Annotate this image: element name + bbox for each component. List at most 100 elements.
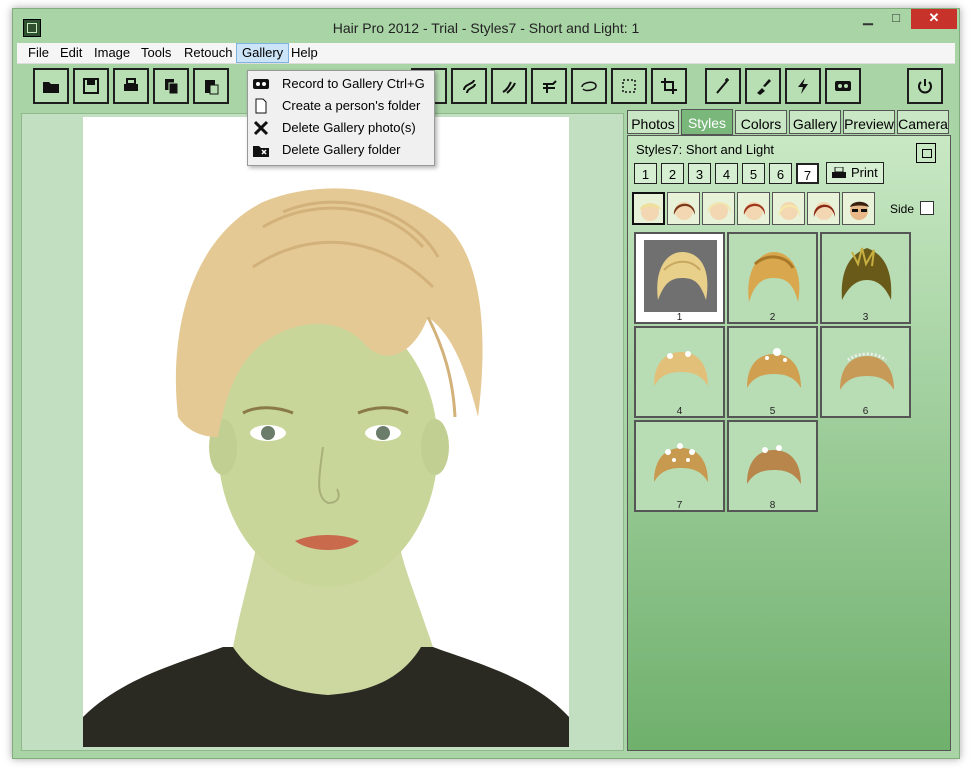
menu-gallery[interactable]: Gallery xyxy=(236,43,290,63)
create-person-folder-item[interactable]: Create a person's folder xyxy=(248,95,434,117)
hairstyle-label: 1 xyxy=(676,312,683,323)
menu-image[interactable]: Image xyxy=(89,43,135,63)
menu-retouch[interactable]: Retouch xyxy=(179,43,237,63)
tab-photos[interactable]: Photos xyxy=(627,110,679,134)
hairstyle-label: 2 xyxy=(769,312,776,323)
power-icon[interactable] xyxy=(907,68,943,104)
hairstyle-image xyxy=(737,240,810,312)
tab-gallery[interactable]: Gallery xyxy=(789,110,841,134)
style-set-7-button[interactable]: 7 xyxy=(796,163,819,184)
delete-gallery-photos-label: Delete Gallery photo(s) xyxy=(282,120,416,135)
window-title: Hair Pro 2012 - Trial - Styles7 - Short … xyxy=(332,20,640,36)
tab-styles[interactable]: Styles xyxy=(681,109,733,135)
hairstyle-thumbnail[interactable]: 6 xyxy=(820,326,911,418)
airbrush-icon[interactable] xyxy=(531,68,567,104)
delete-gallery-folder-item[interactable]: Delete Gallery folder xyxy=(248,139,434,161)
record-to-gallery-item[interactable]: Record to Gallery Ctrl+G xyxy=(248,73,434,95)
hairstyle-thumbnail[interactable]: 3 xyxy=(820,232,911,324)
hairstyle-image xyxy=(644,240,717,312)
delete-gallery-photos-item[interactable]: Delete Gallery photo(s) xyxy=(248,117,434,139)
hairstyle-image xyxy=(737,428,810,500)
hairstyle-label: 7 xyxy=(676,500,683,511)
hairstyle-thumbnail[interactable]: 1 xyxy=(634,232,725,324)
tab-camera[interactable]: Camera xyxy=(897,110,949,134)
hairstyle-label: 3 xyxy=(862,312,869,323)
hairstyle-image xyxy=(830,334,903,406)
app-window: Hair Pro 2012 - Trial - Styles7 - Short … xyxy=(12,8,960,759)
hairstyle-grid: 1 2 3 4 5 6 7 8 xyxy=(634,232,946,522)
hairstyle-thumbnail[interactable]: 2 xyxy=(727,232,818,324)
blonde-woman-icon[interactable] xyxy=(632,192,665,225)
close-button[interactable]: ✕ xyxy=(911,9,957,29)
tab-colors[interactable]: Colors xyxy=(735,110,787,134)
hairstyle-label: 8 xyxy=(769,500,776,511)
maximize-button[interactable]: □ xyxy=(883,9,909,29)
style-set-6-button[interactable]: 6 xyxy=(769,163,792,184)
record-to-gallery-label: Record to Gallery Ctrl+G xyxy=(282,76,425,91)
hairstyle-image xyxy=(644,334,717,406)
hairstyle-image xyxy=(737,334,810,406)
hairstyle-thumbnail[interactable]: 4 xyxy=(634,326,725,418)
style-set-5-button[interactable]: 5 xyxy=(742,163,765,184)
tab-preview[interactable]: Preview xyxy=(843,110,895,134)
redhead-woman-icon[interactable] xyxy=(737,192,770,225)
blonde-curly-woman-icon[interactable] xyxy=(702,192,735,225)
x-delete-icon xyxy=(252,120,270,136)
print-button[interactable]: Print xyxy=(826,162,884,184)
hairstyle-label: 4 xyxy=(676,406,683,417)
toolbar xyxy=(17,64,955,110)
crop-icon[interactable] xyxy=(651,68,687,104)
title-bar[interactable]: Hair Pro 2012 - Trial - Styles7 - Short … xyxy=(13,9,959,43)
brush-icon[interactable] xyxy=(745,68,781,104)
create-person-folder-label: Create a person's folder xyxy=(282,98,421,113)
menu-bar: File Edit Image Tools Retouch Gallery He… xyxy=(17,43,955,64)
menu-help[interactable]: Help xyxy=(286,43,323,63)
style-set-3-button[interactable]: 3 xyxy=(688,163,711,184)
new-page-icon xyxy=(252,98,270,114)
magic-wand-icon[interactable] xyxy=(705,68,741,104)
tape-icon[interactable] xyxy=(825,68,861,104)
hairstyle-label: 6 xyxy=(862,406,869,417)
hairdryer-icon[interactable] xyxy=(451,68,487,104)
hairstyle-image xyxy=(830,240,903,312)
minimize-button[interactable]: ▁ xyxy=(855,9,881,29)
select-rect-icon[interactable] xyxy=(611,68,647,104)
blonde-bob-woman-icon[interactable] xyxy=(772,192,805,225)
open-folder-icon[interactable] xyxy=(33,68,69,104)
print-icon xyxy=(832,166,846,179)
folder-delete-icon xyxy=(252,142,270,158)
tape-icon xyxy=(252,76,270,92)
side-panel: Photos Styles Colors Gallery Preview Cam… xyxy=(627,109,951,751)
style-set-2-button[interactable]: 2 xyxy=(661,163,684,184)
lightning-icon[interactable] xyxy=(785,68,821,104)
portrait-photo[interactable] xyxy=(83,117,569,747)
hairstyle-thumbnail[interactable]: 7 xyxy=(634,420,725,512)
hairstyle-image xyxy=(644,428,717,500)
copy-icon[interactable] xyxy=(153,68,189,104)
print-label: Print xyxy=(851,165,878,180)
side-checkbox[interactable] xyxy=(920,201,934,215)
styles-pane: Styles7: Short and Light 1 2 3 4 5 6 7 P… xyxy=(627,135,951,751)
styles-title: Styles7: Short and Light xyxy=(636,142,775,157)
save-disk-icon[interactable] xyxy=(73,68,109,104)
paste-icon[interactable] xyxy=(193,68,229,104)
style-set-1-button[interactable]: 1 xyxy=(634,163,657,184)
side-label: Side xyxy=(890,202,915,216)
pane-restore-button[interactable] xyxy=(916,143,936,163)
menu-tools[interactable]: Tools xyxy=(136,43,176,63)
photo-workspace xyxy=(21,113,624,751)
lasso-icon[interactable] xyxy=(571,68,607,104)
hairstyle-thumbnail[interactable]: 5 xyxy=(727,326,818,418)
brunette-woman-icon[interactable] xyxy=(667,192,700,225)
hairstyle-label: 5 xyxy=(769,406,776,417)
auburn-woman-icon[interactable] xyxy=(807,192,840,225)
hairstyle-thumbnail[interactable]: 8 xyxy=(727,420,818,512)
man-sunglasses-icon[interactable] xyxy=(842,192,875,225)
print-icon[interactable] xyxy=(113,68,149,104)
curl-icon[interactable] xyxy=(491,68,527,104)
menu-edit[interactable]: Edit xyxy=(55,43,87,63)
style-set-4-button[interactable]: 4 xyxy=(715,163,738,184)
delete-gallery-folder-label: Delete Gallery folder xyxy=(282,142,401,157)
menu-file[interactable]: File xyxy=(23,43,54,63)
gallery-menu-dropdown: Record to Gallery Ctrl+G Create a person… xyxy=(247,70,435,166)
